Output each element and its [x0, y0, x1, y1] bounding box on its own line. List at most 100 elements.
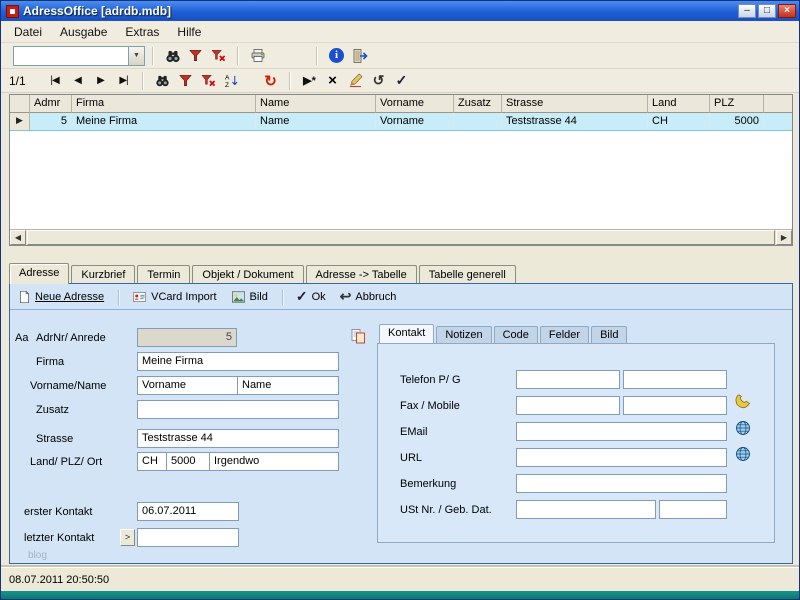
telefon-g-field[interactable]	[623, 370, 727, 389]
column-header-firma[interactable]: Firma	[72, 95, 256, 113]
vorname-field[interactable]: Vorname	[137, 376, 238, 395]
ust-field[interactable]	[516, 500, 656, 519]
vcard-import-button[interactable]: VCard Import	[132, 290, 216, 304]
cell-zusatz[interactable]	[454, 113, 502, 130]
horizontal-scrollbar[interactable]: ◀ ▶	[10, 229, 792, 245]
column-header-admr[interactable]: Admr	[30, 95, 72, 113]
zusatz-field[interactable]	[137, 400, 339, 419]
adrnr-field[interactable]: 5	[137, 328, 237, 347]
grid-find-button[interactable]	[151, 70, 174, 91]
geb-dat-field[interactable]	[659, 500, 727, 519]
menu-item-extras[interactable]: Extras	[116, 22, 168, 42]
insert-record-button[interactable]: ▶*	[298, 70, 321, 91]
tab-bild[interactable]: Bild	[591, 326, 627, 343]
tab-kontakt[interactable]: Kontakt	[379, 324, 434, 343]
undo-button[interactable]: ↺	[367, 70, 390, 91]
first-record-button[interactable]: |◀	[43, 70, 66, 91]
column-header-land[interactable]: Land	[648, 95, 710, 113]
cell-firma[interactable]: Meine Firma	[72, 113, 256, 130]
dial-button[interactable]	[735, 394, 751, 410]
filter-clear-button[interactable]	[207, 45, 230, 66]
exit-button[interactable]	[348, 45, 371, 66]
minimize-button[interactable]: –	[738, 4, 756, 18]
tab-objekt-dokument[interactable]: Objekt / Dokument	[192, 265, 303, 284]
delete-record-button[interactable]: ×	[321, 70, 344, 91]
filter-button[interactable]	[184, 45, 207, 66]
maximize-button[interactable]: □	[758, 4, 776, 18]
menu-item-ausgabe[interactable]: Ausgabe	[51, 22, 116, 42]
cell-land[interactable]: CH	[648, 113, 710, 130]
image-button[interactable]: Bild	[231, 290, 268, 304]
prev-record-button[interactable]: ◀	[66, 70, 89, 91]
cancel-label: Abbruch	[355, 291, 396, 303]
search-combo[interactable]: ▼	[13, 46, 145, 66]
ort-field[interactable]: Irgendwo	[209, 452, 339, 471]
scroll-left-button[interactable]: ◀	[10, 230, 26, 245]
letzter-kontakt-field[interactable]	[137, 528, 239, 547]
next-record-button[interactable]: ▶	[89, 70, 112, 91]
info-button[interactable]: i	[325, 45, 348, 66]
refresh-button[interactable]: ↻	[259, 70, 282, 91]
row-selector-marker[interactable]: ▶	[10, 113, 30, 130]
fax-field[interactable]	[516, 396, 620, 415]
close-button[interactable]: ×	[778, 4, 796, 18]
last-record-button[interactable]: ▶|	[112, 70, 135, 91]
plz-field[interactable]: 5000	[166, 452, 210, 471]
search-combo-value[interactable]	[14, 47, 128, 65]
cancel-button[interactable]: ↩ Abbruch	[340, 288, 397, 305]
send-email-button[interactable]	[735, 420, 751, 436]
name-field[interactable]: Name	[237, 376, 339, 395]
tab-adresse[interactable]: Adresse	[9, 263, 69, 284]
email-field[interactable]	[516, 422, 727, 441]
erster-kontakt-field[interactable]: 06.07.2011	[137, 502, 239, 521]
tab-termin[interactable]: Termin	[137, 265, 190, 284]
edit-record-button[interactable]	[344, 70, 367, 91]
mobile-field[interactable]	[623, 396, 727, 415]
ok-button[interactable]: ✓ Ok	[296, 288, 326, 305]
cell-name[interactable]: Name	[256, 113, 376, 130]
cell-vorname[interactable]: Vorname	[376, 113, 454, 130]
letzter-kontakt-expand-button[interactable]: >	[120, 529, 135, 546]
chevron-down-icon[interactable]: ▼	[128, 47, 144, 65]
grid-filter-button[interactable]	[174, 70, 197, 91]
menu-item-datei[interactable]: Datei	[5, 22, 51, 42]
strasse-field[interactable]: Teststrasse 44	[137, 429, 339, 448]
tab-tabelle-generell[interactable]: Tabelle generell	[419, 265, 516, 284]
cell-admr[interactable]: 5	[30, 113, 72, 130]
clipboard-copy-button[interactable]	[350, 328, 366, 344]
column-header-name[interactable]: Name	[256, 95, 376, 113]
open-url-button[interactable]	[735, 446, 751, 462]
grid-sort-button[interactable]: AZ	[220, 70, 243, 91]
post-button[interactable]: ✓	[390, 70, 413, 91]
telefon-p-field[interactable]	[516, 370, 620, 389]
column-header-strasse[interactable]: Strasse	[502, 95, 648, 113]
bemerkung-field[interactable]	[516, 474, 727, 493]
grid-row-selected[interactable]: ▶ 5 Meine Firma Name Vorname Teststrasse…	[10, 113, 792, 131]
column-header-plz[interactable]: PLZ	[710, 95, 764, 113]
window-title: AdressOffice [adrdb.mdb]	[23, 4, 738, 18]
strasse-label: Strasse	[36, 433, 73, 445]
cell-plz[interactable]: 5000	[710, 113, 764, 130]
cell-strasse[interactable]: Teststrasse 44	[502, 113, 648, 130]
tab-felder[interactable]: Felder	[540, 326, 589, 343]
scroll-right-button[interactable]: ▶	[776, 230, 792, 245]
firma-field[interactable]: Meine Firma	[137, 352, 339, 371]
tab-code[interactable]: Code	[494, 326, 538, 343]
url-field[interactable]	[516, 448, 727, 467]
new-address-button[interactable]: Neue Adresse	[18, 290, 104, 304]
tab-notizen[interactable]: Notizen	[436, 326, 491, 343]
tab-adresse-tabelle[interactable]: Adresse -> Tabelle	[306, 265, 417, 284]
address-grid[interactable]: Admr Firma Name Vorname Zusatz Strasse L…	[9, 94, 793, 246]
column-header-vorname[interactable]: Vorname	[376, 95, 454, 113]
print-button[interactable]	[246, 45, 269, 66]
image-icon	[231, 290, 246, 304]
column-header-zusatz[interactable]: Zusatz	[454, 95, 502, 113]
land-field[interactable]: CH	[137, 452, 167, 471]
menu-item-hilfe[interactable]: Hilfe	[168, 22, 210, 42]
grid-filter-clear-button[interactable]	[197, 70, 220, 91]
scrollbar-thumb[interactable]	[27, 230, 775, 245]
find-button[interactable]	[161, 45, 184, 66]
globe-icon	[735, 446, 751, 462]
titlebar[interactable]: AdressOffice [adrdb.mdb] – □ ×	[1, 1, 799, 21]
tab-kurzbrief[interactable]: Kurzbrief	[71, 265, 135, 284]
